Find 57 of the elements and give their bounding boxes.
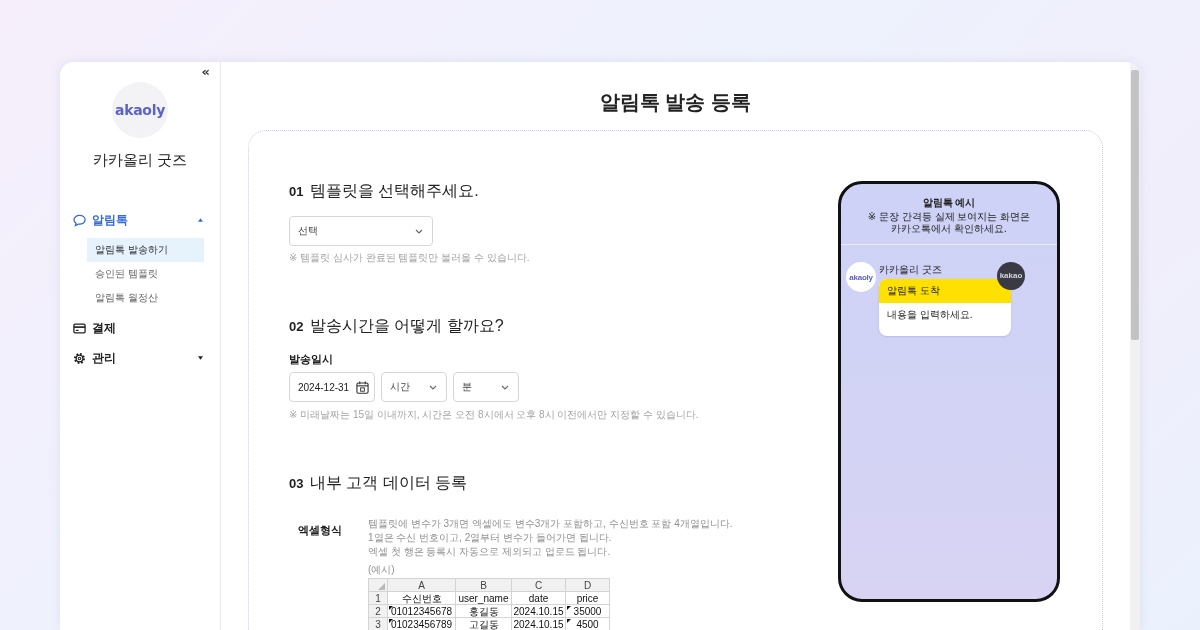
cell-text: 2024.10.15 <box>513 605 564 617</box>
row-number: 2 <box>368 604 388 618</box>
column-header: B <box>455 578 512 592</box>
template-select[interactable]: 선택 <box>289 216 433 246</box>
chevron-down-icon <box>415 228 423 234</box>
cell-text: 수신번호 <box>401 592 442 604</box>
submenu-item[interactable]: 승인된 템플릿 <box>87 262 204 286</box>
cell-text: 고길동 <box>468 618 499 630</box>
minute-select[interactable]: 분 <box>453 372 519 402</box>
cell-text: 35000 <box>573 605 602 617</box>
chevron-down-icon <box>501 384 509 390</box>
section-title: 02 발송시간을 어떻게 할까요? <box>289 316 505 336</box>
message-body: 내용을 입력하세요. <box>886 308 974 322</box>
column-header: A <box>387 578 456 592</box>
shop-name: 카카올리 굿즈 <box>92 150 188 170</box>
scrollbar-thumb[interactable] <box>1131 70 1139 340</box>
message-header: 알림톡 도착 <box>879 279 1011 303</box>
cell-text: price <box>576 592 599 604</box>
gear-icon <box>73 351 86 365</box>
logo: akaoly <box>112 82 168 138</box>
field-label: 엑셀형식 <box>297 523 343 538</box>
description-text: 엑셀 첫 행은 등록시 자동으로 제외되고 업로드 됩니다. <box>368 545 612 559</box>
column-header: C <box>511 578 566 592</box>
credit-card-icon <box>73 321 86 335</box>
calendar-icon <box>356 380 369 394</box>
column-header: D <box>565 578 610 592</box>
preview-note: ※ 문장 간격등 실제 보여지는 화면은 카카오톡에서 확인하세요. <box>866 211 1032 235</box>
section-title: 03 내부 고객 데이터 등록 <box>289 473 469 493</box>
cell-text: date <box>528 592 549 604</box>
chevron-down-icon <box>429 384 437 390</box>
description-text: 템플릿에 변수가 3개면 엑셀에도 변수3개가 포함하고, 수신번호 포함 4개열입니다. <box>368 517 734 531</box>
description-text: 1열은 수신 번호이고, 2열부터 변수가 들어가면 됩니다. <box>368 531 613 545</box>
page-title: 알림톡 발송 등록 <box>598 90 753 114</box>
cell-text: 홍길동 <box>468 605 499 617</box>
submenu-item[interactable]: 알림톡 월정산 <box>87 286 204 310</box>
cell-text: 4500 <box>576 618 599 630</box>
hour-select[interactable]: 시간 <box>381 372 447 402</box>
hint-text: ※ 템플릿 심사가 완료된 템플릿만 불러올 수 있습니다. <box>289 252 531 264</box>
sender-avatar: akaoly <box>846 262 876 292</box>
menu-item[interactable]: 알림톡 <box>60 208 220 232</box>
submenu-item[interactable]: 알림톡 발송하기 <box>87 238 204 262</box>
menu-item[interactable]: 관리 <box>60 346 220 370</box>
cell-text: 01012345678 <box>390 605 453 617</box>
cell-text: user_name <box>458 592 509 604</box>
select-all-triangle-icon <box>378 583 385 590</box>
preview-title: 알림톡 예시 <box>921 196 977 209</box>
section-title: 01 템플릿을 선택해주세요. <box>289 181 480 201</box>
cell-text: 2024.10.15 <box>513 618 564 630</box>
hint-text: ※ 미래날짜는 15일 이내까지, 시간은 오전 8시에서 오후 8시 이전에서만 지정할 수 있습니다. <box>289 409 700 421</box>
collapse-button[interactable]: « <box>201 65 210 79</box>
cell-text: 01023456789 <box>390 618 453 630</box>
menu-item[interactable]: 결제 <box>60 316 220 340</box>
date-field[interactable]: 2024-12-31 <box>289 372 375 402</box>
channel-badge: kakao <box>997 262 1025 290</box>
chat-bubble-icon <box>73 213 86 227</box>
field-label: 발송일시 <box>289 352 334 366</box>
example-label: (예시) <box>368 564 395 576</box>
